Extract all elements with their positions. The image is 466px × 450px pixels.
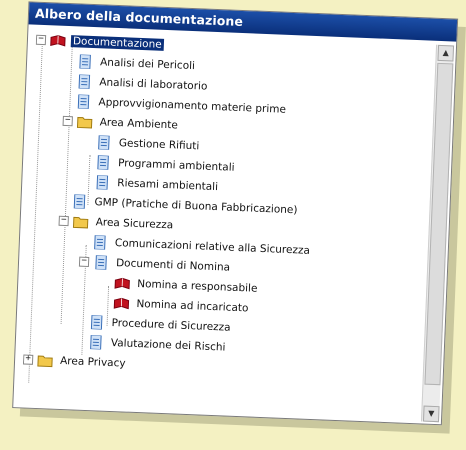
tree-node-label: Area Ambiente bbox=[99, 116, 179, 132]
book-icon bbox=[114, 277, 130, 290]
document-icon bbox=[94, 235, 106, 250]
collapse-icon[interactable]: − bbox=[62, 115, 73, 127]
book-icon bbox=[113, 297, 130, 310]
tree-node-folder[interactable]: − Documenti di Nomina bbox=[78, 253, 233, 277]
tree-node-label: Documenti di Nomina bbox=[115, 257, 231, 274]
screenshot-frame: Albero della documentazione − Documentaz… bbox=[12, 1, 466, 433]
tree-line bbox=[60, 44, 73, 324]
document-icon bbox=[96, 175, 109, 190]
tree-node-folder[interactable]: − Area Sicurezza bbox=[58, 212, 175, 235]
book-icon bbox=[50, 35, 66, 47]
tree-node-label: Area Sicurezza bbox=[95, 216, 174, 232]
tree-node[interactable]: Riesami ambientali bbox=[94, 173, 220, 196]
folder-icon bbox=[37, 355, 53, 368]
folder-icon bbox=[76, 116, 93, 129]
tree-node-root[interactable]: − Documentazione bbox=[35, 31, 164, 54]
document-icon bbox=[95, 255, 107, 270]
tree-node-folder[interactable]: + Area Privacy bbox=[22, 350, 128, 372]
tree-node-label: Nomina a responsabile bbox=[137, 277, 258, 295]
folder-icon bbox=[72, 216, 89, 229]
tree-node-label: Area Privacy bbox=[59, 354, 126, 370]
document-icon bbox=[73, 194, 86, 209]
document-icon bbox=[97, 155, 109, 170]
document-icon bbox=[79, 54, 91, 70]
tree-node[interactable]: Gestione Rifiuti bbox=[96, 133, 202, 155]
tree-node[interactable]: Analisi dei Pericoli bbox=[77, 52, 198, 75]
tree-node-label: Approvvigionamento materie prime bbox=[98, 96, 287, 116]
document-icon bbox=[90, 315, 103, 330]
collapse-icon[interactable]: − bbox=[58, 215, 69, 227]
scroll-up-icon[interactable]: ▲ bbox=[437, 44, 455, 62]
documentation-tree[interactable]: − Documentazione Analisi dei Pericoli An… bbox=[22, 29, 433, 416]
document-icon bbox=[98, 135, 110, 150]
tree-node-label: Procedure di Sicurezza bbox=[111, 316, 231, 334]
documentation-tree-window: Albero della documentazione − Documentaz… bbox=[12, 1, 459, 426]
collapse-icon[interactable]: − bbox=[35, 34, 47, 46]
tree-node-label: Documentazione bbox=[70, 35, 164, 51]
tree-node-label: Analisi di laboratorio bbox=[99, 76, 208, 93]
tree-line bbox=[28, 42, 43, 383]
scroll-down-icon[interactable]: ▼ bbox=[422, 405, 440, 423]
tree-node-label: Nomina ad incaricato bbox=[136, 297, 249, 315]
document-icon bbox=[78, 74, 91, 89]
tree-node-label: Valutazione dei Rischi bbox=[110, 336, 226, 354]
document-icon bbox=[77, 94, 90, 109]
tree-node-label: Riesami ambientali bbox=[117, 177, 219, 194]
document-icon bbox=[90, 335, 102, 350]
tree-node-folder[interactable]: − Area Ambiente bbox=[62, 112, 180, 135]
tree-node-label: Analisi dei Pericoli bbox=[99, 56, 196, 73]
tree-node-label: Gestione Rifiuti bbox=[118, 137, 200, 153]
tree-node-label: Comunicazioni relative alla Sicurezza bbox=[114, 237, 311, 257]
tree-node-label: Programmi ambientali bbox=[117, 157, 235, 174]
collapse-icon[interactable]: − bbox=[78, 256, 90, 268]
expand-icon[interactable]: + bbox=[22, 354, 34, 365]
